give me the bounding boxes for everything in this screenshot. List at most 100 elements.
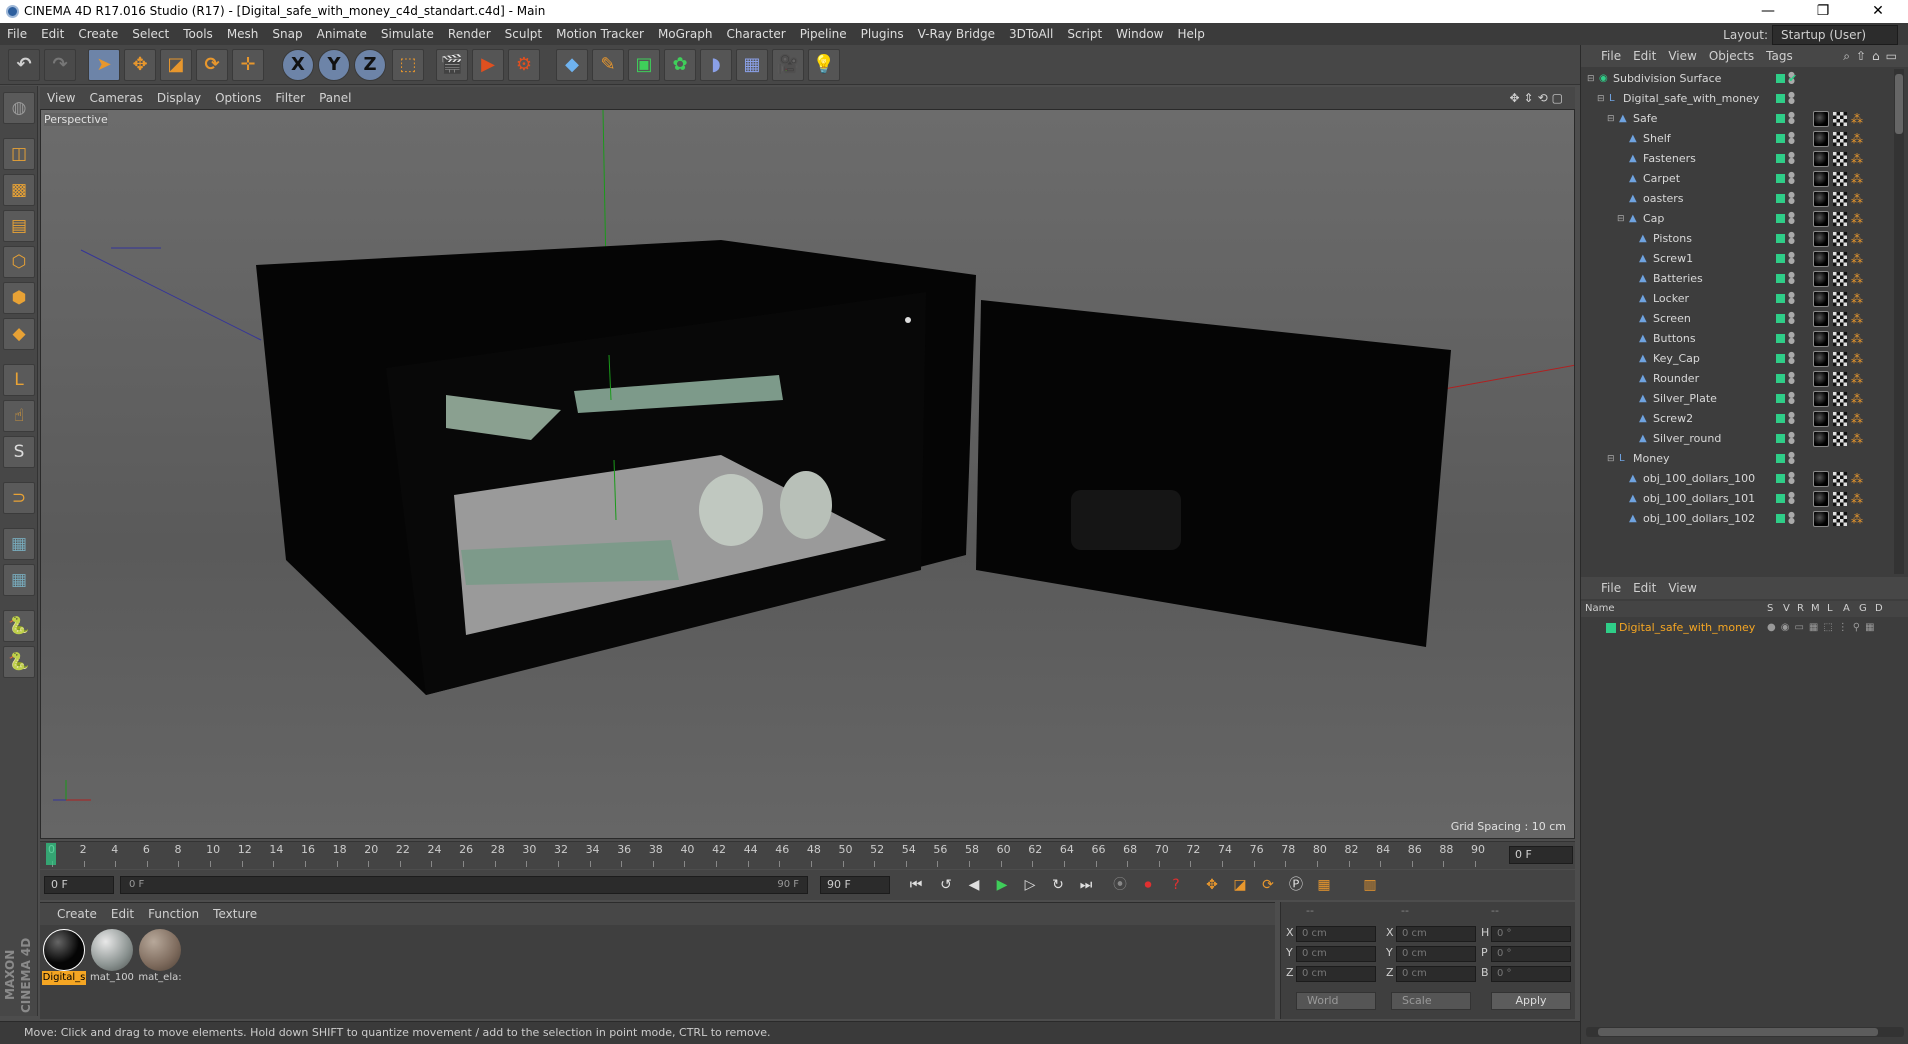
material-swatch[interactable]: Digital_s	[42, 929, 86, 993]
menu-simulate[interactable]: Simulate	[374, 23, 441, 45]
visibility-dots-icon[interactable]: ● ●	[1788, 251, 1795, 265]
coordinate-space-dropdown[interactable]: World	[1296, 992, 1376, 1010]
size-x-field[interactable]: 0 cm	[1396, 926, 1476, 942]
visibility-dots-icon[interactable]: ● ●	[1788, 91, 1795, 105]
layer-color-swatch[interactable]	[1776, 134, 1785, 143]
next-key-icon[interactable]: ↻	[1046, 873, 1070, 897]
phong-tag-icon[interactable]: ⁂	[1851, 152, 1865, 166]
am-menu-edit[interactable]: Edit	[1627, 577, 1662, 599]
edges-mode-icon[interactable]: ⬢	[3, 282, 35, 314]
menu-select[interactable]: Select	[125, 23, 176, 45]
autokey-icon[interactable]: ⏺	[1136, 873, 1160, 897]
material-tag-icon[interactable]	[1813, 471, 1829, 487]
minimize-button[interactable]: —	[1745, 0, 1791, 23]
scale-key-icon[interactable]: ◪	[1228, 873, 1252, 897]
python-script-2-icon[interactable]: 🐍	[3, 646, 35, 678]
material-swatch[interactable]: mat_ela:	[138, 929, 182, 993]
uvw-tag-icon[interactable]	[1833, 292, 1847, 306]
object-row[interactable]: ▲ Pistons ● ● ⁂	[1581, 229, 1891, 249]
viewport-menu-filter[interactable]: Filter	[268, 87, 312, 109]
phong-tag-icon[interactable]: ⁂	[1851, 352, 1865, 366]
rotation-p-field[interactable]: 0 °	[1491, 946, 1571, 962]
menu-plugins[interactable]: Plugins	[854, 23, 911, 45]
uvw-tag-icon[interactable]	[1833, 352, 1847, 366]
layer-color-swatch[interactable]	[1776, 74, 1785, 83]
material-menu-function[interactable]: Function	[141, 903, 206, 925]
object-row[interactable]: ▲ Rounder ● ● ⁂	[1581, 369, 1891, 389]
material-tag-icon[interactable]	[1813, 351, 1829, 367]
layer-color-swatch[interactable]	[1776, 494, 1785, 503]
visibility-dots-icon[interactable]: ● ●	[1788, 151, 1795, 165]
om-menu-file[interactable]: File	[1595, 45, 1627, 67]
layer-color-swatch[interactable]	[1776, 254, 1785, 263]
phong-tag-icon[interactable]: ⁂	[1851, 412, 1865, 426]
material-tag-icon[interactable]	[1813, 211, 1829, 227]
snap-magnet-icon[interactable]: ⊃	[3, 482, 35, 514]
object-row[interactable]: ▲ Shelf ● ● ⁂	[1581, 129, 1891, 149]
layer-color-swatch[interactable]	[1776, 234, 1785, 243]
deformer-icon[interactable]: ◗	[700, 49, 732, 81]
object-row[interactable]: ▲ obj_100_dollars_101 ● ● ⁂	[1581, 489, 1891, 509]
layer-color-swatch[interactable]	[1776, 194, 1785, 203]
viewport-menu-cameras[interactable]: Cameras	[82, 87, 149, 109]
texture-mode-icon[interactable]: ▩	[3, 174, 35, 206]
material-menu-texture[interactable]: Texture	[206, 903, 264, 925]
om-search-icons[interactable]: ⌕⇧⌂▭	[1843, 45, 1903, 67]
material-tag-icon[interactable]	[1813, 291, 1829, 307]
mograph-cloner-icon[interactable]: ✿	[664, 49, 696, 81]
object-row[interactable]: ▲ Silver_round ● ● ⁂	[1581, 429, 1891, 449]
previous-key-icon[interactable]: ↺	[934, 873, 958, 897]
object-row[interactable]: ▲ Silver_Plate ● ● ⁂	[1581, 389, 1891, 409]
workplane-snap-icon[interactable]: ▦	[3, 528, 35, 560]
pla-key-icon[interactable]: ▦	[1312, 873, 1336, 897]
menu-render[interactable]: Render	[441, 23, 498, 45]
layer-color-swatch[interactable]	[1776, 474, 1785, 483]
object-row[interactable]: ▲ Key_Cap ● ● ⁂	[1581, 349, 1891, 369]
viewport-menu-panel[interactable]: Panel	[312, 87, 358, 109]
uvw-tag-icon[interactable]	[1833, 212, 1847, 226]
uvw-tag-icon[interactable]	[1833, 232, 1847, 246]
viewport-navigation-icons[interactable]: ✥⇕⟲▢	[1509, 87, 1567, 109]
position-y-field[interactable]: 0 cm	[1296, 946, 1376, 962]
undo-icon[interactable]: ↶	[8, 49, 40, 81]
visibility-dots-icon[interactable]: ● ●	[1788, 491, 1795, 505]
phong-tag-icon[interactable]: ⁂	[1851, 272, 1865, 286]
layer-color-swatch[interactable]	[1776, 334, 1785, 343]
uvw-tag-icon[interactable]	[1833, 372, 1847, 386]
material-tag-icon[interactable]	[1813, 311, 1829, 327]
start-frame-field[interactable]: 0 F	[44, 876, 114, 894]
menu-edit[interactable]: Edit	[34, 23, 71, 45]
close-button[interactable]: ✕	[1855, 0, 1901, 23]
polygons-mode-icon[interactable]: ◆	[3, 318, 35, 350]
subdivision-nurbs-icon[interactable]: ▣	[628, 49, 660, 81]
visibility-dots-icon[interactable]: ● ●	[1788, 211, 1795, 225]
redo-icon[interactable]: ↷	[44, 49, 76, 81]
uvw-tag-icon[interactable]	[1833, 252, 1847, 266]
phong-tag-icon[interactable]: ⁂	[1851, 232, 1865, 246]
timeline-window-icon[interactable]: ▥	[1358, 873, 1382, 897]
move-tool-icon[interactable]: ✥	[124, 49, 156, 81]
menu-tools[interactable]: Tools	[176, 23, 220, 45]
material-tag-icon[interactable]	[1813, 171, 1829, 187]
visibility-dots-icon[interactable]: ● ●	[1788, 391, 1795, 405]
rotation-h-field[interactable]: 0 °	[1491, 926, 1571, 942]
material-tag-icon[interactable]	[1813, 231, 1829, 247]
scrollbar-thumb[interactable]	[1895, 74, 1903, 134]
object-manager-scrollbar[interactable]	[1894, 69, 1904, 574]
menu-mesh[interactable]: Mesh	[220, 23, 266, 45]
material-tag-icon[interactable]	[1813, 391, 1829, 407]
uvw-tag-icon[interactable]	[1833, 272, 1847, 286]
material-tag-icon[interactable]	[1813, 411, 1829, 427]
material-menu-edit[interactable]: Edit	[104, 903, 141, 925]
visibility-dots-icon[interactable]: ● ●	[1788, 131, 1795, 145]
layer-color-swatch[interactable]	[1776, 114, 1785, 123]
workplane-mode-icon[interactable]: ▤	[3, 210, 35, 242]
scrollbar-thumb[interactable]	[1598, 1028, 1878, 1036]
preview-range-slider[interactable]: 0 F 90 F	[120, 876, 808, 894]
menu-help[interactable]: Help	[1170, 23, 1211, 45]
object-row[interactable]: ▲ Carpet ● ● ⁂	[1581, 169, 1891, 189]
layer-color-swatch[interactable]	[1776, 294, 1785, 303]
tree-expander-icon[interactable]: ⊟	[1607, 109, 1615, 129]
object-row[interactable]: ⊟ L Money ● ●	[1581, 449, 1891, 469]
menu-motion-tracker[interactable]: Motion Tracker	[549, 23, 651, 45]
